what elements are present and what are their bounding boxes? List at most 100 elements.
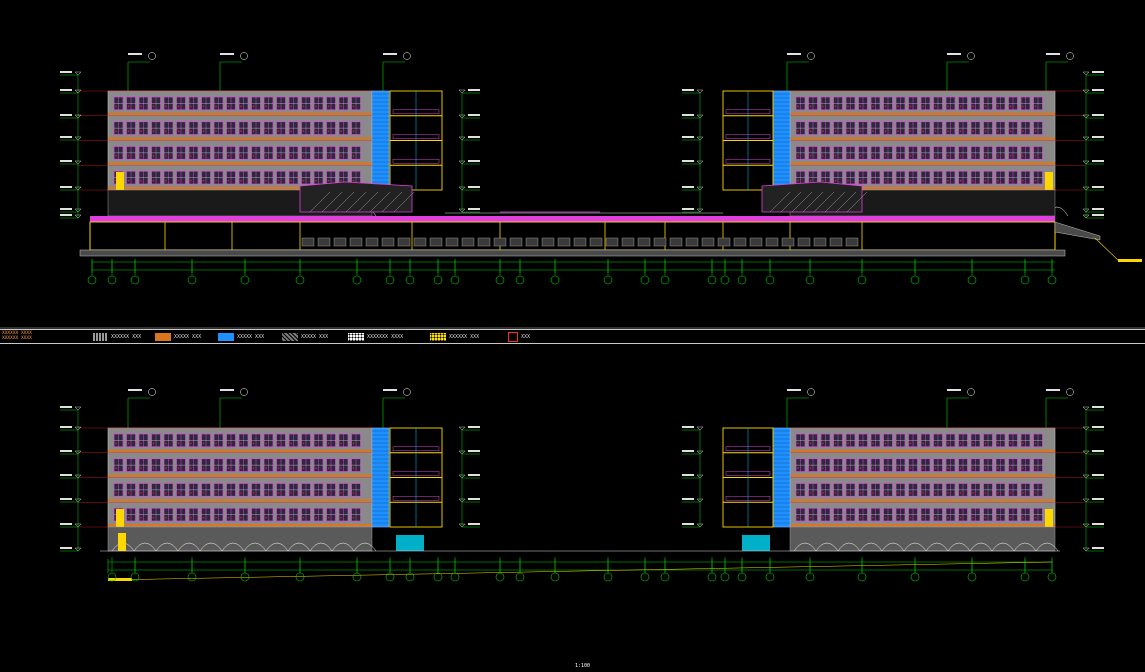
window-tag [984,516,987,519]
window-tag [152,516,155,519]
window-tag [290,516,292,519]
callout-text-mark [128,389,142,391]
window-tag [972,155,974,157]
window-tag [352,155,355,157]
window-tag [872,467,874,469]
window-tag [240,492,242,494]
window-tag [190,516,192,519]
window-tag [972,130,974,132]
window-tag [127,516,130,519]
window-tag [984,155,987,157]
window-tag [252,467,255,469]
parking-car [413,237,427,247]
window-tag [327,155,330,157]
window-tag [859,155,862,157]
level-text-mark [1092,498,1104,500]
window-tag [190,155,192,157]
floor-band [108,474,372,477]
level-text-mark [682,186,694,188]
window-tag [265,467,267,469]
window-tag [215,105,217,108]
level-text-mark [1092,547,1104,549]
window-tag [340,179,342,182]
window-tag [290,105,292,108]
level-text-mark [1092,160,1104,162]
window-tag [265,516,267,519]
window-tag [290,155,292,157]
window-tag [202,105,205,108]
entrance-panel [1045,172,1053,190]
window-tag [202,130,205,132]
window-tag [1022,467,1024,469]
parking-car [461,237,475,247]
window-tag [290,130,292,132]
level-text-mark [468,114,480,116]
window-tag [277,442,280,445]
window-tag [997,492,999,494]
parking-car [349,237,363,247]
legend-strip: XXXXXX XXXX XXXXXX XXXX XXXXXX XXX XXXXX … [0,329,1145,669]
callout-text-mark [220,389,234,391]
window-tag [822,467,824,469]
window-tag [822,130,824,132]
legend-label: XXXXX XXX [237,333,265,340]
legend-label: XXXXX XXX [174,333,202,340]
window-tag [1009,442,1012,445]
window-tag [302,516,305,519]
window-tag [215,492,217,494]
window-tag [797,467,799,469]
window-tag [215,442,217,445]
callout-text-mark [787,389,801,391]
window-tag [127,155,130,157]
window-tag [202,516,205,519]
window-tag [834,492,837,494]
parking-car [317,237,331,247]
window-tag [1009,467,1012,469]
window-tag [1034,442,1037,445]
floor-band [108,449,372,452]
parking-car [813,237,827,247]
level-text-mark [682,450,694,452]
parking-car [573,237,587,247]
window-tag [1022,179,1024,182]
window-tag [859,442,862,445]
window-tag [1009,516,1012,519]
window-tag [1022,492,1024,494]
window-tag [997,155,999,157]
window-tag [859,516,862,519]
window-tag [177,516,180,519]
window-tag [809,467,812,469]
ramp-label-mark [1118,259,1142,262]
floor-band [790,474,1055,477]
window-tag [922,179,924,182]
window-tag [315,105,317,108]
window-tag [959,516,962,519]
floor-band [790,499,1055,502]
window-tag [797,442,799,445]
parking-car [397,237,411,247]
window-tag [922,155,924,157]
window-tag [340,155,342,157]
window-tag [315,130,317,132]
window-tag [1034,492,1037,494]
window-tag [859,105,862,108]
window-tag [959,467,962,469]
floor-band [790,449,1055,452]
window-tag [202,467,205,469]
window-tag [809,179,812,182]
level-text-mark [468,160,480,162]
parking-car [685,237,699,247]
window-tag [809,442,812,445]
window-tag [809,492,812,494]
window-tag [834,179,837,182]
window-tag [797,492,799,494]
level-text-mark [60,136,72,138]
legend-title: XXXXXX XXXX XXXXXX XXXX [2,331,32,341]
window-tag [340,516,342,519]
window-tag [797,516,799,519]
window-tag [252,442,255,445]
level-text-mark [1092,208,1104,210]
level-text-mark [1092,214,1104,216]
window-tag [884,467,887,469]
window-tag [240,179,242,182]
